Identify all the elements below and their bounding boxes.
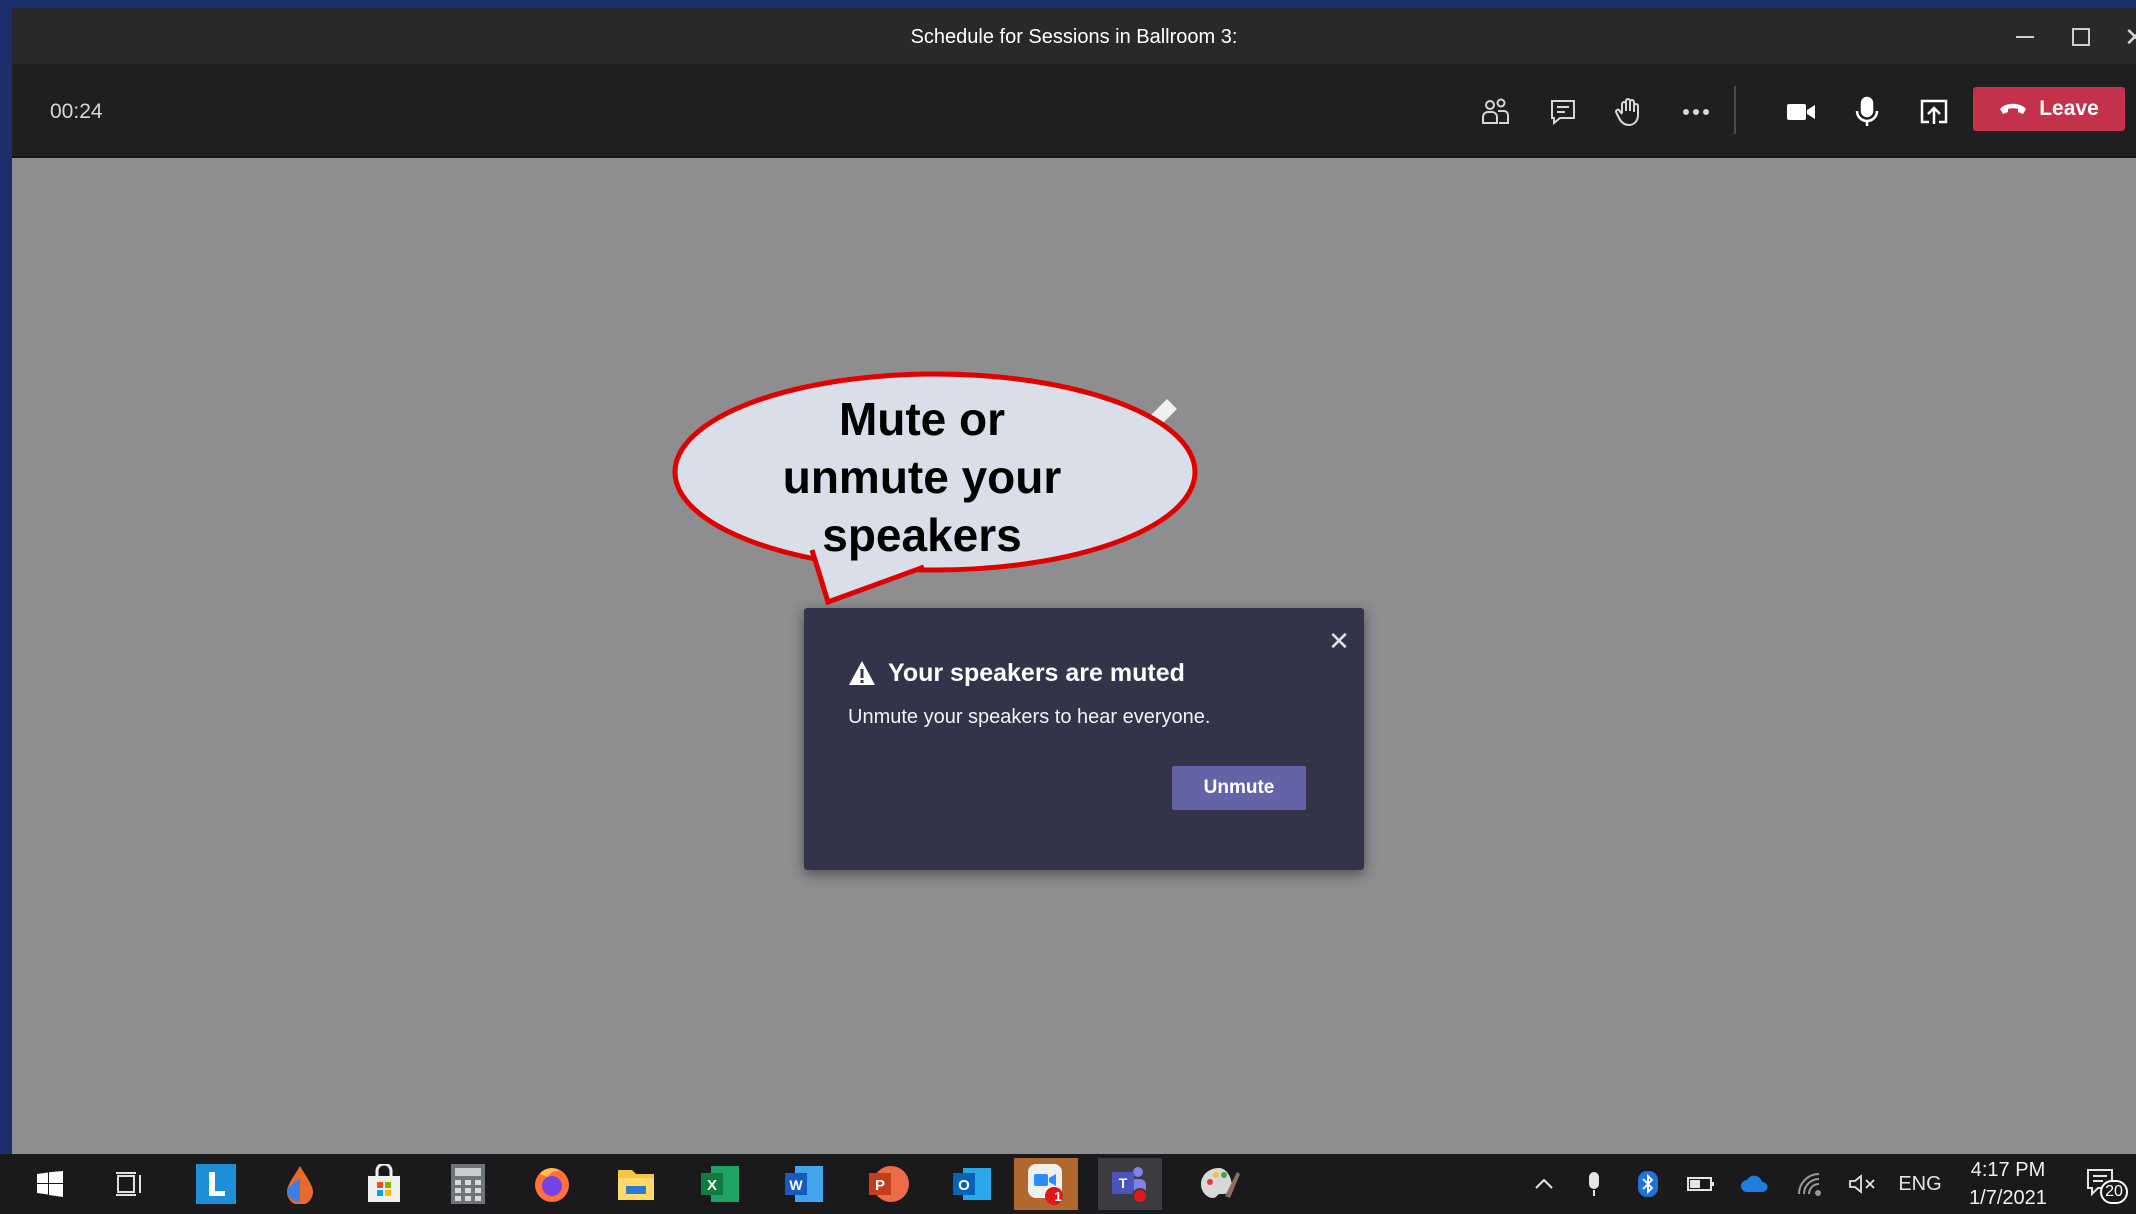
microphone-button[interactable]: [1843, 88, 1891, 136]
outlook-icon: O: [953, 1168, 991, 1200]
excel-icon: X: [701, 1166, 739, 1202]
camera-icon: [1787, 104, 1815, 120]
microphone-icon: [1855, 96, 1879, 126]
title-bar: Schedule for Sessions in Ballroom 3: ✕: [12, 8, 2136, 66]
raise-hand-button[interactable]: [1605, 88, 1653, 136]
paint-button[interactable]: [1188, 1158, 1252, 1210]
volume-muted-icon: [1849, 1174, 1875, 1194]
more-options-icon: [1683, 109, 1709, 115]
wifi-icon: [1798, 1173, 1821, 1196]
meeting-controls-bar: 00:24 Leave: [12, 66, 2136, 158]
zoom-badge: 1: [1054, 1189, 1062, 1204]
file-explorer-icon: [618, 1170, 654, 1200]
file-explorer-button[interactable]: [604, 1158, 668, 1210]
task-view-button[interactable]: [98, 1158, 162, 1210]
l-app-button[interactable]: [184, 1158, 248, 1210]
calculator-button[interactable]: [436, 1158, 500, 1210]
l-app-icon: [196, 1164, 236, 1204]
hang-up-icon: [2000, 103, 2027, 114]
leave-label: Leave: [2039, 97, 2099, 120]
tray-microphone[interactable]: [1578, 1154, 1610, 1214]
speakers-muted-dialog: ✕ Your speakers are muted Unmute your sp…: [804, 608, 1364, 870]
dialog-close-button[interactable]: ✕: [1324, 626, 1354, 656]
store-button[interactable]: [352, 1158, 416, 1210]
callout-line-3: speakers: [822, 509, 1022, 561]
maximize-icon: [2072, 28, 2090, 46]
tray-battery[interactable]: [1684, 1154, 1718, 1214]
tray-volume-muted[interactable]: [1846, 1154, 1878, 1214]
start-button[interactable]: [18, 1158, 82, 1210]
powerpoint-button[interactable]: P: [856, 1158, 920, 1210]
firefox-button[interactable]: [520, 1158, 584, 1210]
windows-taskbar: X W P O 1 T ENG 4:17 PM 1/7/2021 20: [0, 1154, 2136, 1214]
zoom-button[interactable]: 1: [1014, 1158, 1078, 1210]
clock-date: 1/7/2021: [1969, 1187, 2047, 1209]
svg-text:X: X: [707, 1177, 717, 1194]
participants-button[interactable]: [1472, 88, 1520, 136]
callout-text: Mute or unmute your speakers: [672, 390, 1172, 564]
share-screen-button[interactable]: [1910, 88, 1958, 136]
word-button[interactable]: W: [772, 1158, 836, 1210]
teams-button[interactable]: T: [1098, 1158, 1162, 1210]
word-icon: W: [785, 1166, 823, 1202]
dialog-message: Unmute your speakers to hear everyone.: [848, 706, 1211, 728]
camera-button[interactable]: [1777, 88, 1825, 136]
tray-onedrive[interactable]: [1738, 1154, 1772, 1214]
microphone-tray-icon: [1589, 1172, 1599, 1196]
tray-bluetooth[interactable]: [1632, 1154, 1664, 1214]
participants-icon: [1482, 98, 1509, 124]
call-timer: 00:24: [50, 100, 103, 123]
chat-icon: [1551, 100, 1575, 126]
callout-line-2: unmute your: [782, 451, 1062, 503]
powerpoint-icon: P: [869, 1166, 909, 1202]
svg-text:W: W: [789, 1177, 803, 1193]
firefox-icon: [535, 1168, 569, 1202]
close-window-button[interactable]: ✕: [2110, 8, 2136, 66]
battery-icon: [1687, 1177, 1714, 1191]
svg-text:O: O: [958, 1177, 970, 1194]
more-options-button[interactable]: [1672, 88, 1720, 136]
excel-button[interactable]: X: [688, 1158, 752, 1210]
notification-count-badge: 20: [2100, 1180, 2128, 1204]
teams-icon: T: [1112, 1167, 1148, 1204]
tray-wifi[interactable]: [1794, 1154, 1826, 1214]
outlook-button[interactable]: O: [940, 1158, 1004, 1210]
chevron-up-icon: [1535, 1178, 1553, 1189]
store-icon: [368, 1164, 400, 1202]
onedrive-icon: [1741, 1175, 1768, 1192]
color-drop-app-button[interactable]: [268, 1158, 332, 1210]
calculator-icon: [451, 1164, 485, 1204]
share-screen-icon: [1920, 99, 1948, 124]
show-hidden-icons-button[interactable]: [1528, 1154, 1560, 1214]
start-icon: [37, 1171, 63, 1197]
svg-text:P: P: [875, 1177, 885, 1194]
chat-button[interactable]: [1539, 88, 1587, 136]
minimize-icon: [2016, 36, 2034, 38]
clock-time: 4:17 PM: [1970, 1159, 2046, 1181]
taskbar-clock[interactable]: 4:17 PM 1/7/2021: [1958, 1156, 2058, 1212]
unmute-button[interactable]: Unmute: [1172, 766, 1306, 810]
svg-text:T: T: [1119, 1175, 1128, 1191]
color-drop-icon: [287, 1166, 313, 1204]
minimize-button[interactable]: [2000, 8, 2050, 66]
warning-icon: [849, 661, 875, 685]
tray-language[interactable]: ENG: [1894, 1154, 1946, 1214]
dialog-title-text: Your speakers are muted: [888, 658, 1185, 687]
toolbar-divider: [1734, 86, 1736, 134]
teams-meeting-window: Schedule for Sessions in Ballroom 3: ✕ 0…: [12, 8, 2136, 1154]
task-view-icon: [116, 1172, 141, 1196]
leave-button[interactable]: Leave: [1973, 87, 2125, 131]
paint-icon: [1201, 1168, 1240, 1198]
window-title: Schedule for Sessions in Ballroom 3:: [910, 26, 1238, 48]
dialog-title: Your speakers are muted: [848, 654, 1185, 692]
bluetooth-icon: [1638, 1171, 1658, 1197]
maximize-button[interactable]: [2056, 8, 2106, 66]
callout-line-1: Mute or: [838, 393, 1006, 445]
raise-hand-icon: [1615, 98, 1639, 127]
